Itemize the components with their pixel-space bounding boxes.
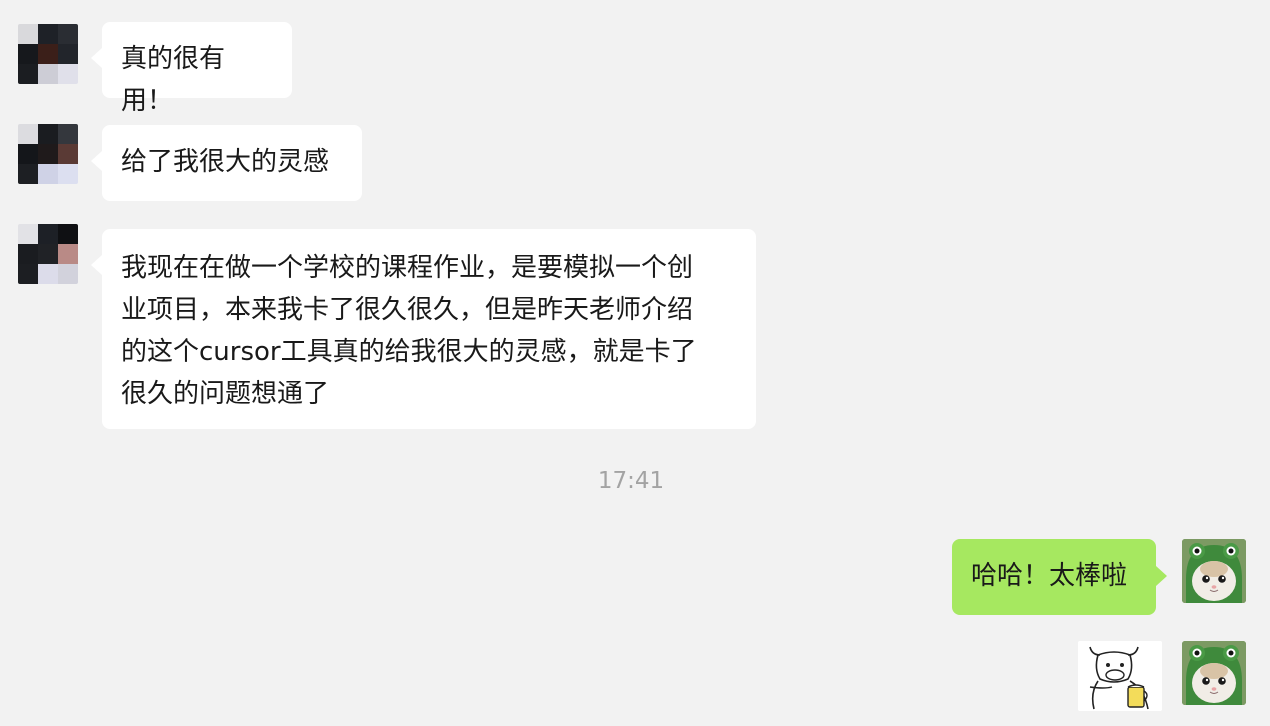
self-avatar-icon[interactable] <box>1182 641 1246 705</box>
self-avatar-icon[interactable] <box>1182 539 1246 603</box>
message-text: 给了我很大的灵感 <box>121 147 330 177</box>
message-line: 我现在在做一个学校的课程作业，是要模拟一个创 <box>121 253 694 283</box>
incoming-message[interactable]: 给了我很大的灵感 <box>91 125 362 201</box>
cat-frog-hat-icon <box>1182 539 1246 603</box>
message-line: 很久的问题想通了 <box>121 379 330 409</box>
outgoing-message[interactable]: 哈哈！太棒啦 <box>952 539 1167 615</box>
sender-avatar-icon[interactable] <box>18 24 78 84</box>
cow-beer-sticker-icon[interactable] <box>1078 641 1162 711</box>
message-text: 真的很有用！ <box>121 44 226 116</box>
sticker-drawing <box>1078 641 1162 711</box>
sender-avatar-icon[interactable] <box>18 224 78 284</box>
message-line: 的这个cursor工具真的给我很大的灵感，就是卡了 <box>121 337 697 367</box>
incoming-message[interactable]: 我现在在做一个学校的课程作业，是要模拟一个创 业项目，本来我卡了很久很久，但是昨… <box>91 229 756 429</box>
sender-avatar-icon[interactable] <box>18 124 78 184</box>
incoming-message[interactable]: 真的很有用！ <box>91 22 292 116</box>
message-text: 哈哈！太棒啦 <box>971 561 1128 591</box>
message-timestamp: 17:41 <box>597 468 665 494</box>
message-line: 业项目，本来我卡了很久很久，但是昨天老师介绍 <box>121 295 694 325</box>
cat-frog-hat-icon <box>1182 641 1246 705</box>
